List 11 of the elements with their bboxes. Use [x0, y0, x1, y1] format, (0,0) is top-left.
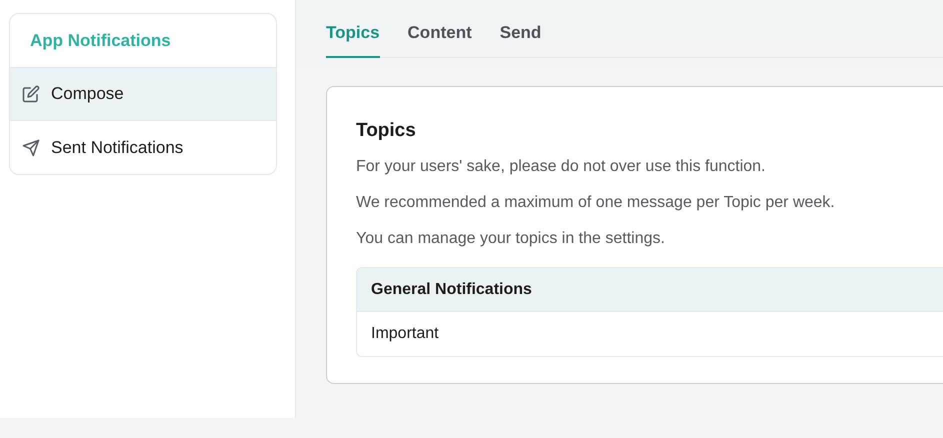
sidebar-title: App Notifications: [30, 30, 171, 52]
sidebar-item[interactable]: Compose: [10, 68, 276, 121]
info-text: We recommended a maximum of one message per Topic per week.: [356, 193, 836, 213]
info-text: For your users' sake, please do not over use this function.: [356, 157, 766, 177]
info-text: You can manage your topics in the settings.: [356, 229, 666, 249]
tab[interactable]: Send: [500, 20, 542, 58]
topic-item[interactable]: General Notifications: [357, 268, 943, 312]
send-icon: [22, 138, 40, 156]
tab[interactable]: Content: [408, 20, 472, 58]
panel-title: Topics: [356, 118, 417, 142]
edit-icon: [22, 85, 40, 103]
